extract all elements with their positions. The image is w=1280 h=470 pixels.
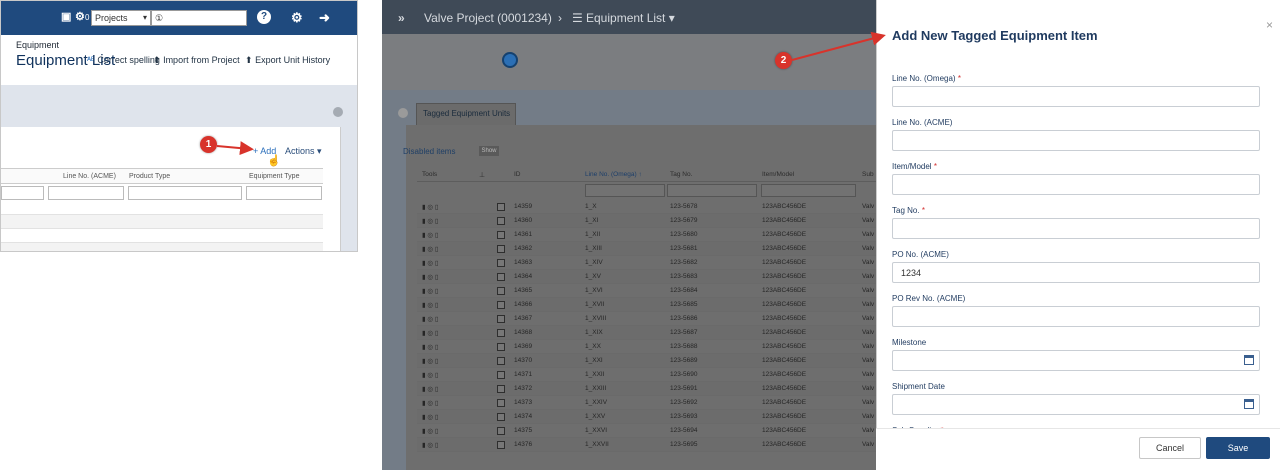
annotation-arrows — [216, 31, 886, 156]
arrow-to-add — [216, 141, 254, 156]
arrow-to-dialog — [791, 31, 886, 61]
